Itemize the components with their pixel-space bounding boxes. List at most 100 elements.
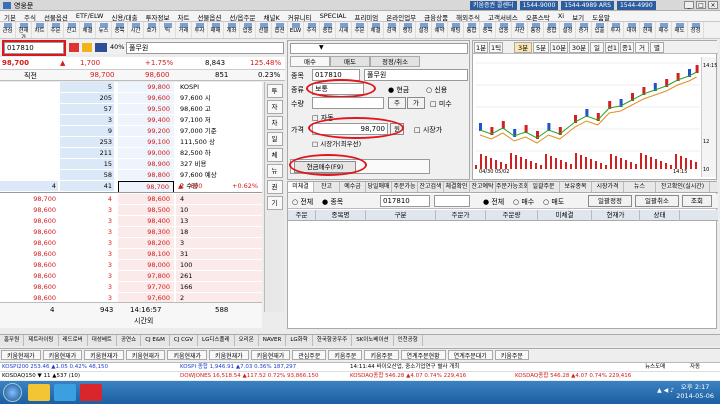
chart-tab-3[interactable]: 5분 bbox=[533, 42, 549, 53]
col-header-0[interactable]: 주문 bbox=[288, 210, 316, 221]
query-button[interactable]: 조회 bbox=[682, 195, 712, 207]
toolbar-button-0[interactable]: 관심 bbox=[0, 22, 16, 38]
check-market[interactable]: □ 시장가 bbox=[414, 125, 442, 135]
toolbar-button-22[interactable]: 주문 bbox=[352, 22, 368, 38]
favorite-stock-3[interactable]: 대성베트 bbox=[88, 335, 117, 346]
toolbar-button-42[interactable]: 매도 bbox=[672, 22, 688, 38]
buy-price[interactable]: 98,600 bbox=[118, 194, 174, 204]
browser-icon[interactable] bbox=[54, 384, 76, 401]
minimize-icon[interactable]: _ bbox=[684, 1, 694, 9]
favorite-stock-1[interactable]: 제트라이팅 bbox=[24, 335, 59, 346]
favorite-stock-0[interactable]: 홈무원 bbox=[0, 335, 25, 346]
tab-modify-cancel[interactable]: 정정/취소 bbox=[370, 56, 420, 67]
search-icon[interactable] bbox=[69, 43, 79, 52]
lower-tab-6[interactable]: 체결확인 bbox=[444, 182, 470, 192]
radio-cash[interactable]: ● 현금 bbox=[388, 85, 409, 95]
menu-item-7[interactable]: 선물옵션 bbox=[193, 11, 225, 22]
menu-item-10[interactable]: 커뮤니티 bbox=[284, 11, 316, 22]
chart-tab-10[interactable]: 별 bbox=[650, 42, 664, 53]
chart-tab-7[interactable]: 선1 bbox=[605, 42, 619, 53]
folder-icon[interactable] bbox=[28, 384, 50, 401]
sell-price[interactable]: 99,400 bbox=[118, 115, 174, 125]
sell-price[interactable]: 99,000 bbox=[118, 148, 174, 158]
lower-tab-10[interactable]: 보유종목 bbox=[560, 182, 592, 192]
chart-tab-0[interactable]: 1분 bbox=[474, 42, 488, 53]
toolbar-button-41[interactable]: 매수 bbox=[656, 22, 672, 38]
lower-code-input[interactable]: 017810 bbox=[380, 195, 430, 207]
side-tab-5[interactable]: 뉴 bbox=[266, 164, 283, 178]
toolbar-button-30[interactable]: 종목 bbox=[480, 22, 496, 38]
side-tab-3[interactable]: 일 bbox=[266, 132, 283, 146]
lower-tab-8[interactable]: 주문가능조회 bbox=[496, 182, 528, 192]
toolbar-button-38[interactable]: 투자 bbox=[608, 22, 624, 38]
toolbar-button-8[interactable]: 시간 bbox=[128, 22, 144, 38]
chart-tab-4[interactable]: 10분 bbox=[550, 42, 568, 53]
window-tab-12[interactable]: 키움주문 bbox=[494, 350, 529, 360]
favorite-stock-4[interactable]: 공연쇼 bbox=[117, 335, 142, 346]
lower-tab-4[interactable]: 주문가능 bbox=[392, 182, 418, 192]
side-tab-7[interactable]: 기 bbox=[266, 196, 283, 210]
buy-price[interactable]: 97,800 bbox=[118, 271, 174, 281]
toolbar-button-20[interactable]: 종합 bbox=[320, 22, 336, 38]
menu-item-12[interactable]: 프리미엄 bbox=[350, 11, 382, 22]
toolbar-button-23[interactable]: 체결 bbox=[368, 22, 384, 38]
radio-credit[interactable]: ○ 신용 bbox=[426, 85, 447, 95]
toolbar-button-13[interactable]: 매매 bbox=[208, 22, 224, 38]
sell-price[interactable]: 99,500 bbox=[118, 104, 174, 114]
check-best[interactable]: □ 시장가(최우선) bbox=[312, 138, 361, 148]
maximize-icon[interactable]: □ bbox=[696, 1, 706, 9]
menu-item-0[interactable]: 기본 bbox=[0, 11, 20, 22]
side-tab-2[interactable]: 차 bbox=[266, 116, 283, 130]
toolbar-button-17[interactable]: 옵션 bbox=[272, 22, 288, 38]
favorite-stock-10[interactable]: LG화학 bbox=[286, 335, 313, 346]
chart-tab-8[interactable]: 종1 bbox=[620, 42, 634, 53]
qty-input[interactable] bbox=[312, 97, 384, 109]
toolbar-button-14[interactable]: 계좌 bbox=[224, 22, 240, 38]
buy-price[interactable]: 98,100 bbox=[118, 249, 174, 259]
menu-item-3[interactable]: ETF/ELW bbox=[72, 11, 108, 21]
col-header-4[interactable]: 주문량 bbox=[486, 210, 538, 221]
window-tab-10[interactable]: 연계주문현황 bbox=[400, 350, 446, 360]
window-tab-8[interactable]: 키움주문 bbox=[328, 350, 363, 360]
toolbar-button-32[interactable]: 자산 bbox=[512, 22, 528, 38]
side-tab-0[interactable]: 투 bbox=[266, 84, 283, 98]
lower-tab-7[interactable]: 잔고예탁 bbox=[470, 182, 496, 192]
account-select[interactable]: ▼ bbox=[290, 43, 468, 54]
col-header-7[interactable]: 상태 bbox=[640, 210, 680, 221]
toolbar-button-6[interactable]: 뉴스 bbox=[96, 22, 112, 38]
favorite-stock-7[interactable]: LG디스플레 bbox=[198, 335, 235, 346]
sell-price[interactable]: 99,600 bbox=[118, 93, 174, 103]
window-tab-4[interactable]: 키움현재가 bbox=[167, 350, 208, 360]
toolbar-button-31[interactable]: 업종 bbox=[496, 22, 512, 38]
buy-price[interactable]: 98,500 bbox=[118, 205, 174, 215]
toolbar-button-36[interactable]: 증거 bbox=[576, 22, 592, 38]
toolbar-button-10[interactable]: 틱 bbox=[160, 22, 176, 38]
buy-price[interactable]: 98,300 bbox=[118, 227, 174, 237]
menu-item-9[interactable]: 채널K bbox=[260, 11, 284, 22]
toolbar-button-5[interactable]: 체결 bbox=[80, 22, 96, 38]
favorite-stock-13[interactable]: 인천공항 bbox=[394, 335, 423, 346]
lower-tab-9[interactable]: 일괄주문 bbox=[528, 182, 560, 192]
menu-item-19[interactable]: 보기 bbox=[568, 11, 588, 22]
window-tab-5[interactable]: 키움현재가 bbox=[209, 350, 249, 360]
toolbar-button-24[interactable]: 검색 bbox=[384, 22, 400, 38]
menu-item-2[interactable]: 선물옵션 bbox=[40, 11, 72, 22]
start-button-icon[interactable] bbox=[3, 383, 22, 402]
chart-tab-5[interactable]: 30분 bbox=[569, 42, 589, 53]
lower-tab-0[interactable]: 미체결 bbox=[288, 182, 314, 192]
window-tab-9[interactable]: 키움주문 bbox=[364, 350, 399, 360]
toolbar-button-9[interactable]: 호가 bbox=[144, 22, 160, 38]
col-header-1[interactable]: 종목명 bbox=[316, 210, 366, 221]
radio-buy[interactable]: ○ 매수 bbox=[513, 197, 534, 207]
toolbar-button-3[interactable]: 주문 bbox=[48, 22, 64, 38]
col-header-3[interactable]: 주문가 bbox=[436, 210, 486, 221]
menu-item-17[interactable]: 오픈스탁 bbox=[522, 11, 554, 22]
qty-price-button[interactable]: 가 bbox=[407, 97, 425, 109]
menu-item-6[interactable]: 차트 bbox=[173, 11, 193, 22]
toolbar-button-4[interactable]: 잔고 bbox=[64, 22, 80, 38]
chart-tab-9[interactable]: 거 bbox=[635, 42, 649, 53]
menu-item-5[interactable]: 투자정보 bbox=[142, 11, 174, 22]
lower-tab-2[interactable]: 예수금 bbox=[340, 182, 366, 192]
menu-item-14[interactable]: 금융상품 bbox=[420, 11, 452, 22]
side-tab-4[interactable]: 체 bbox=[266, 148, 283, 162]
